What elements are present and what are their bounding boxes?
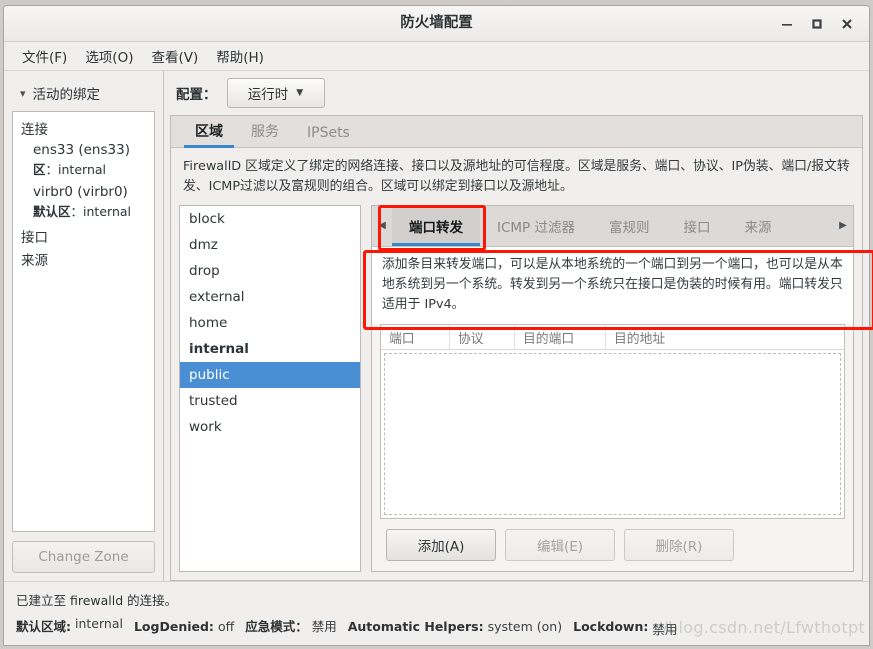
zone-item-internal[interactable]: internal xyxy=(180,336,360,362)
zone-item-public[interactable]: public xyxy=(180,361,360,388)
menu-item-help[interactable]: 帮助(H) xyxy=(207,43,273,69)
screenshot-root: 防火墙配置 文件(F) 选项(O) 查看(V) 帮助(H) ▾ 活动的绑定 连接… xyxy=(0,0,873,649)
status-key: Automatic Helpers: xyxy=(347,619,484,634)
status-key: 应急模式： xyxy=(245,619,308,634)
tab-interfaces[interactable]: 接口 xyxy=(667,206,728,246)
configuration-select-value: 运行时 xyxy=(247,87,289,103)
tab-ipsets[interactable]: IPSets xyxy=(293,121,364,147)
minimize-icon[interactable] xyxy=(773,10,801,38)
connection-status: 已建立至 firewalld 的连接。 xyxy=(16,593,178,608)
chevron-down-icon: ▾ xyxy=(20,86,26,100)
table-header-row: 端口 协议 目的端口 目的地址 xyxy=(381,325,844,351)
status-lockdown: Lockdown: 禁用 xyxy=(573,619,677,638)
maximize-icon[interactable] xyxy=(803,10,831,38)
binding-zone: 默认区：internal xyxy=(33,204,131,219)
zone-item-work[interactable]: work xyxy=(180,414,360,440)
binding-item-virbr0[interactable]: virbr0 (virbr0) 默认区：internal xyxy=(33,184,146,220)
status-automatic-helpers: Automatic Helpers: system (on) xyxy=(348,619,562,634)
zone-split: block dmz drop external home internal pu… xyxy=(171,204,862,580)
status-log-denied: LogDenied: off xyxy=(134,619,234,634)
tab-services[interactable]: 服务 xyxy=(237,117,293,147)
menu-item-options[interactable]: 选项(O) xyxy=(76,43,142,69)
active-bindings-label: 活动的绑定 xyxy=(32,87,101,103)
status-key: Lockdown: xyxy=(573,619,649,634)
active-bindings-expander[interactable]: ▾ 活动的绑定 xyxy=(12,81,155,111)
status-key: LogDenied: xyxy=(133,619,214,634)
tab-zones[interactable]: 区域 xyxy=(181,117,237,148)
change-zone-button[interactable]: Change Zone xyxy=(12,541,155,573)
column-header-dest-port[interactable]: 目的端口 xyxy=(515,325,606,350)
column-header-dest-address[interactable]: 目的地址 xyxy=(606,325,844,349)
right-pane: 配置： 运行时 ▼ 区域 服务 IPSets FirewallD 区域定义了绑定… xyxy=(164,71,869,581)
tab-rich-rules[interactable]: 富规则 xyxy=(592,206,667,246)
status-bar: 已建立至 firewalld 的连接。 默认区域: internal LogDe… xyxy=(4,581,869,645)
column-header-port[interactable]: 端口 xyxy=(381,325,450,350)
status-value: 禁用 xyxy=(311,619,337,634)
binding-zone-label: 区 xyxy=(33,162,46,177)
zone-item-block[interactable]: block xyxy=(180,206,360,232)
binding-item-ens33[interactable]: ens33 (ens33) 区：internal xyxy=(33,142,146,178)
active-bindings-pane: ▾ 活动的绑定 连接 ens33 (ens33) 区：internal virb… xyxy=(4,71,164,581)
binding-zone-value: internal xyxy=(83,204,131,219)
configuration-label: 配置： xyxy=(176,87,217,103)
zone-item-home[interactable]: home xyxy=(180,310,360,336)
chevron-down-icon: ▼ xyxy=(296,88,304,98)
title-bar: 防火墙配置 xyxy=(4,6,869,42)
firewall-config-window: 防火墙配置 文件(F) 选项(O) 查看(V) 帮助(H) ▾ 活动的绑定 连接… xyxy=(3,5,870,646)
edit-button: 编辑(E) xyxy=(505,529,615,561)
status-key: 默认区域: xyxy=(16,619,71,634)
tab-sources[interactable]: 来源 xyxy=(728,206,789,246)
binding-zone-label: 默认区 xyxy=(33,204,71,219)
zone-item-trusted[interactable]: trusted xyxy=(180,388,360,414)
bindings-list[interactable]: 连接 ens33 (ens33) 区：internal virbr0 (virb… xyxy=(12,111,155,532)
window-controls xyxy=(773,6,861,41)
menu-item-view[interactable]: 查看(V) xyxy=(142,43,207,69)
status-fields: 默认区域: internal LogDenied: off 应急模式： 禁用 A… xyxy=(14,616,859,638)
bindings-group-connections: 连接 xyxy=(21,122,48,138)
table-action-buttons: 添加(A) 编辑(E) 删除(R) xyxy=(372,519,853,571)
tab-icmp-filter[interactable]: ICMP 过滤器 xyxy=(480,206,592,246)
triangle-left-icon[interactable]: ◀ xyxy=(372,220,392,231)
binding-zone-value: internal xyxy=(58,162,106,177)
binding-zone: 区：internal xyxy=(33,162,106,177)
status-value: 禁用 xyxy=(652,622,678,637)
zones-panel: 区域 服务 IPSets FirewallD 区域定义了绑定的网络连接、接口以及… xyxy=(170,115,863,581)
window-title: 防火墙配置 xyxy=(400,15,473,31)
triangle-right-icon[interactable]: ▶ xyxy=(833,220,853,231)
status-panic-mode: 应急模式： 禁用 xyxy=(245,616,337,635)
bindings-group-sources: 来源 xyxy=(21,253,48,269)
menu-bar: 文件(F) 选项(O) 查看(V) 帮助(H) xyxy=(4,42,869,71)
add-button[interactable]: 添加(A) xyxy=(386,529,496,561)
port-forward-description: 添加条目来转发端口，可以是从本地系统的一个端口到另一个端口，也可以是从本地系统到… xyxy=(372,246,853,325)
zone-description: FirewallD 区域定义了绑定的网络连接、接口以及源地址的可信程度。区域是服… xyxy=(171,148,862,205)
status-value: internal xyxy=(75,616,123,631)
tab-port-forwarding[interactable]: 端口转发 xyxy=(392,205,480,246)
configuration-select[interactable]: 运行时 ▼ xyxy=(226,78,325,108)
binding-name: ens33 (ens33) xyxy=(33,142,130,158)
bindings-group-interfaces: 接口 xyxy=(21,230,48,246)
menu-item-file[interactable]: 文件(F) xyxy=(13,43,76,69)
binding-name: virbr0 (virbr0) xyxy=(33,184,128,200)
top-tab-bar: 区域 服务 IPSets xyxy=(171,116,862,148)
close-icon[interactable] xyxy=(833,10,861,38)
port-forward-table[interactable]: 端口 协议 目的端口 目的地址 xyxy=(380,324,845,519)
main-content: ▾ 活动的绑定 连接 ens33 (ens33) 区：internal virb… xyxy=(4,71,869,581)
column-header-protocol[interactable]: 协议 xyxy=(450,325,515,350)
remove-button: 删除(R) xyxy=(624,529,734,561)
zone-list[interactable]: block dmz drop external home internal pu… xyxy=(179,204,361,572)
zone-settings-tabs: 端口转发 ICMP 过滤器 富规则 接口 来源 xyxy=(392,205,833,246)
configuration-bar: 配置： 运行时 ▼ xyxy=(164,71,869,115)
status-value: system (on) xyxy=(487,619,563,634)
zone-settings-panel: ◀ 端口转发 ICMP 过滤器 富规则 接口 来源 ▶ 添加条目来转发端口，可以… xyxy=(371,204,854,572)
zone-item-drop[interactable]: drop xyxy=(180,258,360,284)
table-body-empty[interactable] xyxy=(384,353,841,515)
zone-item-dmz[interactable]: dmz xyxy=(180,232,360,258)
zone-item-external[interactable]: external xyxy=(180,284,360,310)
zone-settings-tab-bar: ◀ 端口转发 ICMP 过滤器 富规则 接口 来源 ▶ xyxy=(372,205,853,247)
status-default-zone: 默认区域: internal xyxy=(16,616,123,635)
status-value: off xyxy=(217,619,235,634)
